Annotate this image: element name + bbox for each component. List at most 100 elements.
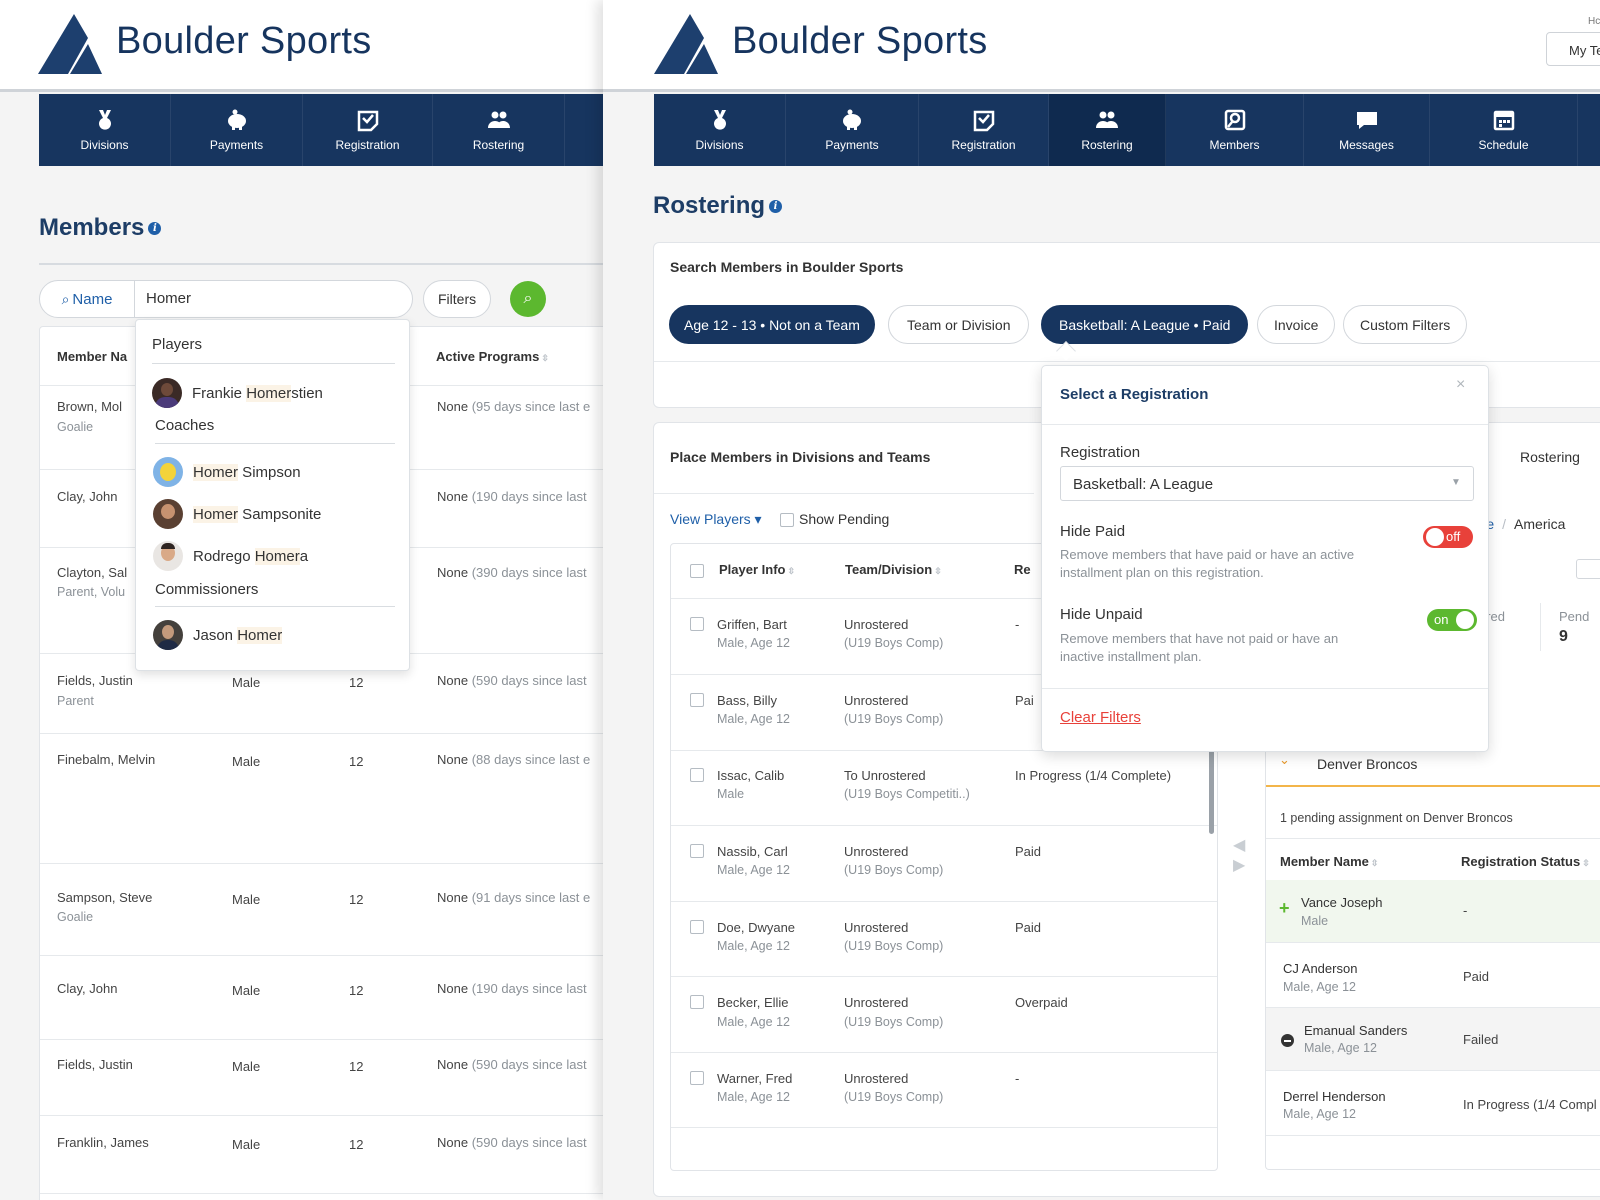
suggestion-name: Frankie Homerstien <box>192 385 323 402</box>
filter-chip-invoice[interactable]: Invoice <box>1257 305 1336 344</box>
col-member-name[interactable]: Member Na <box>57 349 127 364</box>
col-registration[interactable]: Re <box>1014 562 1031 577</box>
registration-status: Paid <box>1015 844 1042 859</box>
roster-row[interactable]: Derrel Henderson Male, Age 12 In Progres… <box>1266 1071 1600 1135</box>
team-name: Unrostered <box>844 920 909 935</box>
search-suggestions-dropdown: Players Frankie Homerstien Coaches Homer… <box>135 319 410 671</box>
plus-icon: + <box>1279 898 1290 918</box>
header-link[interactable]: Hc <box>1588 16 1600 27</box>
show-pending-checkbox[interactable] <box>780 513 794 527</box>
row-divider <box>671 976 1217 977</box>
nav-rostering[interactable]: Rostering <box>433 94 565 166</box>
remove-icon[interactable] <box>1281 1034 1294 1047</box>
member-role: Parent, Volu <box>57 585 126 599</box>
registration-status: Overpaid <box>1015 995 1068 1010</box>
nav-schedule[interactable]: Schedule <box>1430 94 1578 166</box>
division-name: (U19 Boys Comp) <box>844 939 944 953</box>
row-divider <box>40 733 603 734</box>
app-header: Boulder Sports Hc My Te <box>603 0 1600 92</box>
registration-select[interactable]: Basketball: A League ▼ <box>1060 466 1474 501</box>
commissioners-heading: Commissioners <box>155 581 259 598</box>
filter-chip-age[interactable]: Age 12 - 13 • Not on a Team <box>669 305 875 344</box>
suggestion-item[interactable]: Homer Simpson <box>153 455 398 491</box>
nav-registration[interactable]: Registration <box>303 94 433 166</box>
col-member-name[interactable]: Member Name ⇳ <box>1280 854 1378 869</box>
info-icon[interactable]: i <box>769 200 783 214</box>
nav-rostering[interactable]: Rostering <box>1049 94 1166 166</box>
sort-icon: ⇳ <box>1370 858 1379 868</box>
info-icon[interactable]: i <box>148 222 162 236</box>
program: None <box>437 752 469 767</box>
nav-payments[interactable]: Payments <box>786 94 919 166</box>
col-team-division[interactable]: Team/Division ⇳ <box>845 562 942 577</box>
hide-paid-toggle[interactable]: off <box>1423 526 1473 548</box>
member-age: 12 <box>349 892 364 907</box>
row-checkbox[interactable] <box>690 844 704 858</box>
roster-row[interactable]: + Vance Joseph Male - <box>1266 880 1600 942</box>
row-checkbox[interactable] <box>690 1071 704 1085</box>
close-icon[interactable]: × <box>1456 376 1465 394</box>
search-icon: ⌕ <box>61 290 70 307</box>
member-gender: Male <box>232 754 261 769</box>
row-checkbox[interactable] <box>690 920 704 934</box>
search-submit-button[interactable]: ⌕ <box>510 281 546 317</box>
team-select[interactable] <box>1576 559 1600 579</box>
search-field-selector[interactable]: ⌕ Name <box>40 281 135 317</box>
player-name: Issac, Calib <box>717 768 785 783</box>
player-details: Male, Age 12 <box>717 636 790 650</box>
nav-messages[interactable]: Messages <box>1304 94 1430 166</box>
hide-unpaid-label: Hide Unpaid <box>1060 606 1143 623</box>
filter-chip-custom[interactable]: Custom Filters <box>1343 305 1468 344</box>
division-name: (U19 Boys Comp) <box>844 1015 944 1029</box>
avatar <box>153 541 183 571</box>
row-checkbox[interactable] <box>690 617 704 631</box>
chevron-down-icon: ▼ <box>1451 477 1461 488</box>
clipboard-check-icon <box>357 110 378 132</box>
suggestion-item[interactable]: Jason Homer <box>153 618 398 654</box>
roster-row[interactable]: Emanual Sanders Male, Age 12 Failed <box>1266 1008 1600 1070</box>
hide-unpaid-toggle[interactable]: on <box>1427 609 1477 631</box>
suggestion-item[interactable]: Homer Sampsonite <box>153 497 398 533</box>
col-registration-status[interactable]: Registration Status ⇳ <box>1461 854 1590 869</box>
col-active-programs[interactable]: Active Programs ⇳ <box>436 349 549 364</box>
nav-payments[interactable]: Payments <box>171 94 303 166</box>
filter-chip-team-division[interactable]: Team or Division <box>888 305 1030 344</box>
player-details: Male, Age 12 <box>717 863 790 877</box>
nav-registration[interactable]: Registration <box>919 94 1049 166</box>
search-icon: ⌕ <box>523 290 533 307</box>
search-input[interactable]: Homer <box>146 290 191 307</box>
suggestion-item[interactable]: Rodrego Homera <box>153 539 398 575</box>
select-all-checkbox[interactable] <box>690 564 704 578</box>
nav-divisions[interactable]: Divisions <box>654 94 786 166</box>
row-checkbox[interactable] <box>690 768 704 782</box>
program: None <box>437 673 469 688</box>
table-scrollbar[interactable] <box>1209 744 1214 834</box>
col-player-info[interactable]: Player Info ⇳ <box>719 562 795 577</box>
suggestion-item[interactable]: Frankie Homerstien <box>152 376 397 412</box>
since: (190 days since last <box>468 981 587 996</box>
nav-divisions[interactable]: Divisions <box>39 94 171 166</box>
card-divider <box>654 493 1034 494</box>
select-registration-popover: Select a Registration × Registration Bas… <box>1041 365 1489 752</box>
view-players-dropdown[interactable]: View Players ▾ <box>670 511 762 528</box>
nav-members[interactable]: Members <box>1166 94 1304 166</box>
player-name: Bass, Billy <box>717 693 777 708</box>
member-name: Brown, Mol <box>57 399 123 414</box>
filter-chip-registration[interactable]: Basketball: A League • Paid <box>1041 305 1249 344</box>
row-checkbox[interactable] <box>690 995 704 1009</box>
filters-button[interactable]: Filters <box>423 280 492 318</box>
popover-divider <box>1042 688 1488 689</box>
program: None <box>437 1057 469 1072</box>
my-teams-button[interactable]: My Te <box>1546 32 1600 66</box>
nav-label: Schedule <box>1478 138 1529 152</box>
player-name: Doe, Dwyane <box>717 920 796 935</box>
roster-row[interactable]: CJ Anderson Male, Age 12 Paid <box>1266 943 1600 1007</box>
team-roster-panel: ⌄ Denver Broncos 1 pending assignment on… <box>1265 742 1600 1170</box>
nav-label: Divisions <box>80 138 129 152</box>
app-header: Boulder Sports <box>0 0 603 92</box>
row-checkbox[interactable] <box>690 693 704 707</box>
show-pending-label: Show Pending <box>799 511 890 527</box>
clear-filters-link[interactable]: Clear Filters <box>1060 709 1141 726</box>
program: None <box>437 890 469 905</box>
transfer-arrows-icon[interactable]: ◀ ▶ <box>1233 836 1245 876</box>
